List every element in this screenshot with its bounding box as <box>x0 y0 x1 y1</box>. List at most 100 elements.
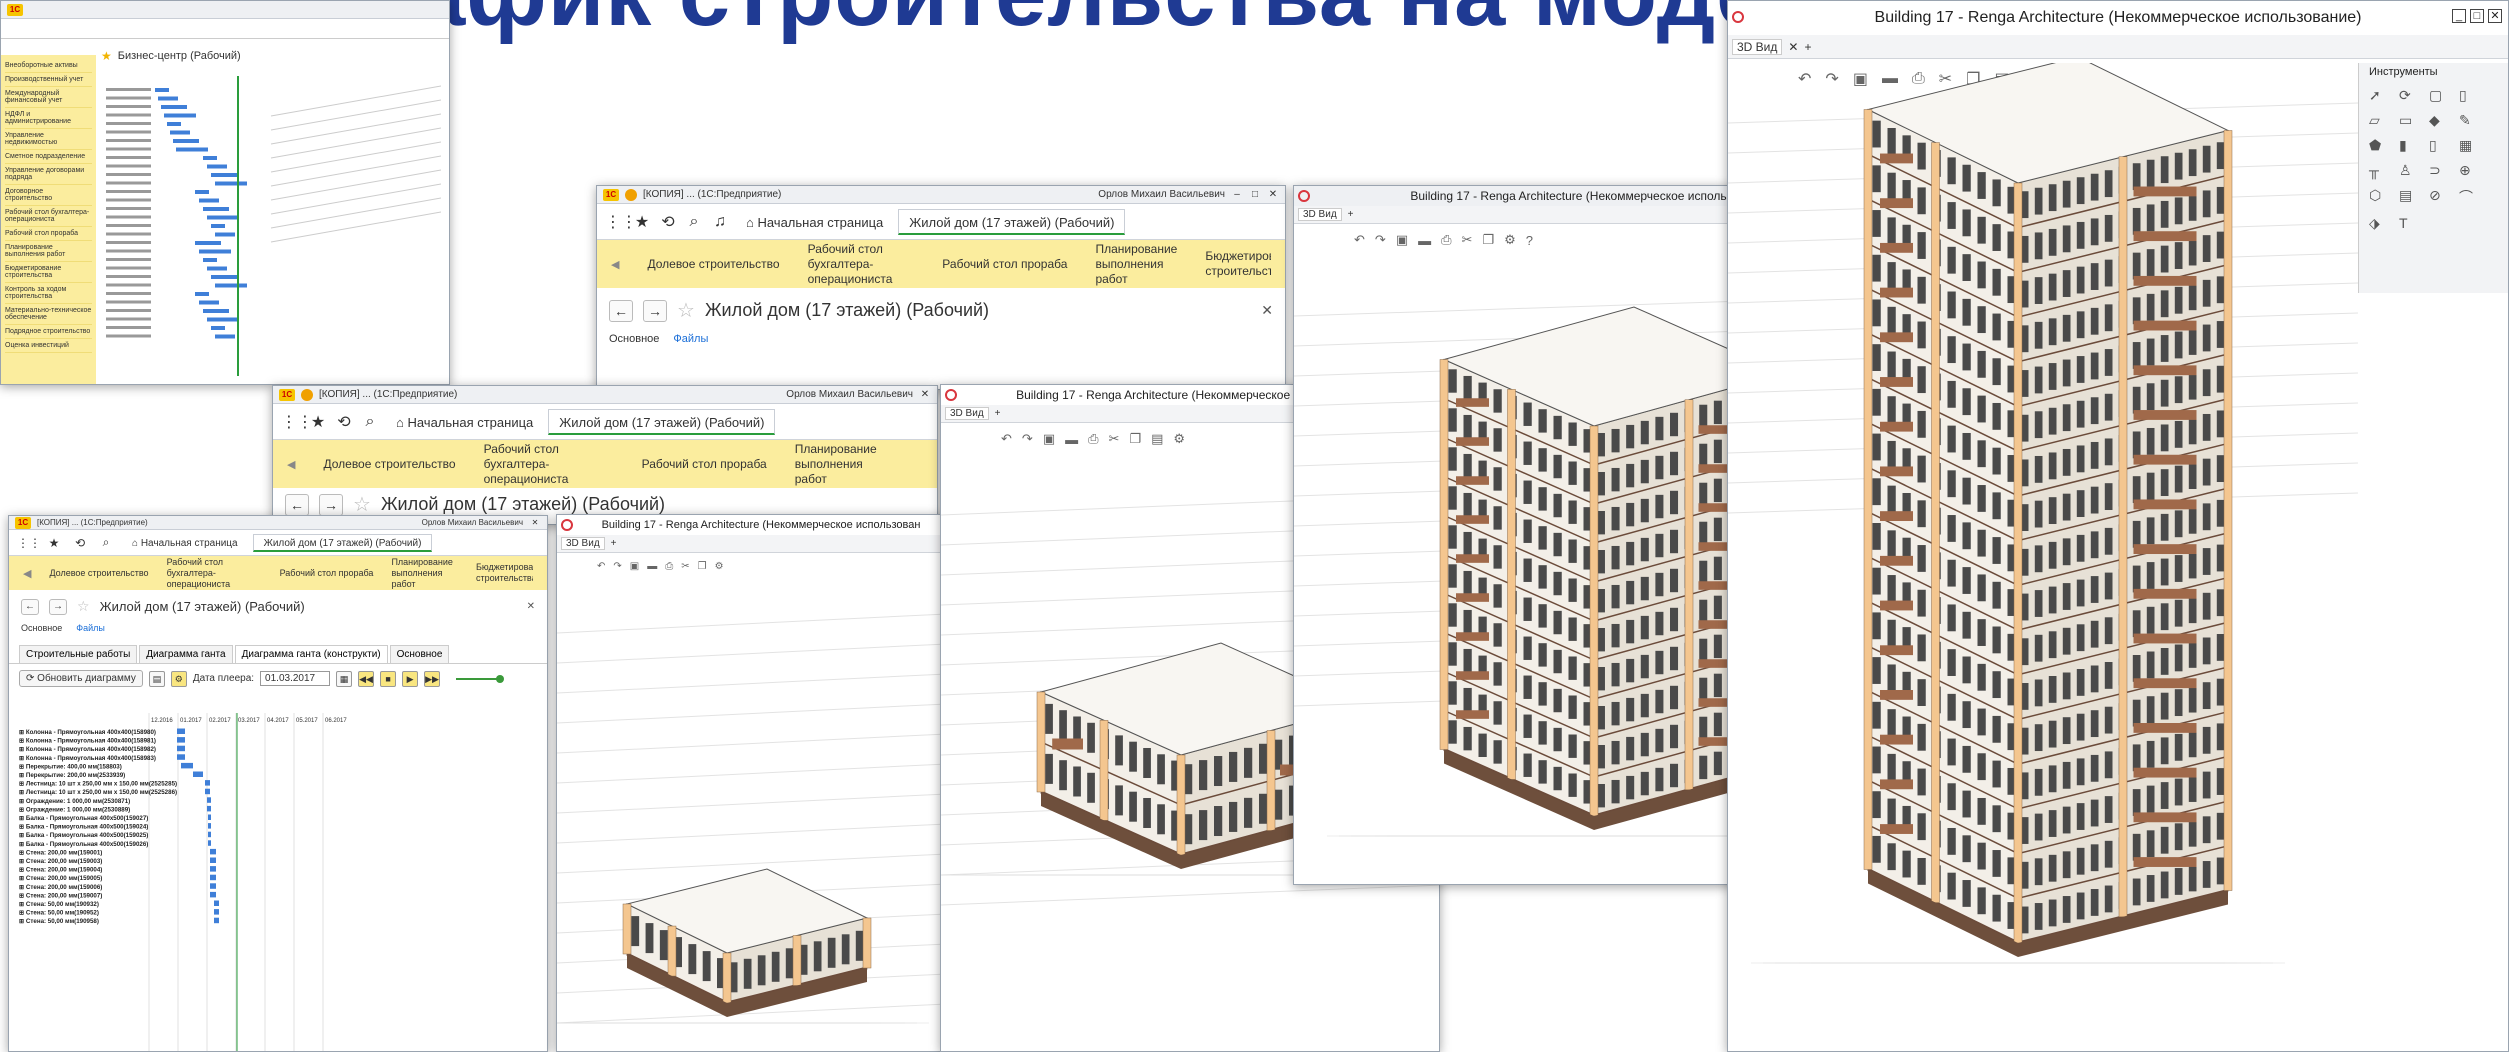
minimize-icon[interactable]: _ <box>2452 9 2466 23</box>
menu-item[interactable]: Управление недвижимостью <box>5 129 92 150</box>
menu-item[interactable]: Внеоборотные активы <box>5 59 92 73</box>
paste-icon[interactable]: ▤ <box>1151 431 1163 447</box>
settings-icon[interactable]: ⚙ <box>1504 232 1516 248</box>
forward-button[interactable]: → <box>319 493 343 516</box>
close-icon[interactable]: ✕ <box>1267 189 1279 200</box>
section-link[interactable]: Рабочий стол прораба <box>280 568 374 579</box>
page-tab[interactable]: Строительные работы <box>19 645 138 663</box>
tab-3d-view[interactable]: 3D Вид <box>561 537 605 550</box>
column-icon[interactable]: ▯ <box>2459 87 2481 104</box>
menu-item[interactable]: Рабочий стол прораба <box>5 227 92 241</box>
subnav-main[interactable]: Основное <box>609 333 659 345</box>
user-name[interactable]: Орлов Михаил Васильевич <box>422 518 523 527</box>
save-icon[interactable]: ▬ <box>1065 432 1078 447</box>
star-icon[interactable]: ★ <box>307 412 329 432</box>
stair-icon[interactable]: ♙ <box>2399 162 2421 179</box>
refresh-diagram-button[interactable]: ⟳ Обновить диаграмму <box>19 670 143 687</box>
tab-3d-view[interactable]: 3D Вид <box>945 407 989 420</box>
door-icon[interactable]: ▮ <box>2399 137 2421 154</box>
railing-icon[interactable]: ╥ <box>2369 162 2391 179</box>
menu-item[interactable]: Управление договорами подряда <box>5 164 92 185</box>
date-input[interactable]: 01.03.2017 <box>260 671 331 686</box>
main-menu-icon[interactable] <box>625 188 637 201</box>
maximize-icon[interactable]: □ <box>1249 189 1261 200</box>
section-link[interactable]: Рабочий стол прораба <box>942 257 1067 272</box>
misc-icon[interactable]: ⊕ <box>2459 162 2481 179</box>
print-icon[interactable]: ⎙ <box>1441 232 1451 248</box>
section-link[interactable]: Рабочий стол прораба <box>642 457 767 472</box>
menu-item[interactable]: Планирование выполнения работ <box>5 241 92 262</box>
copy-icon[interactable]: ❐ <box>698 561 707 572</box>
bell-icon[interactable]: ♫ <box>709 213 731 231</box>
tab-3d-view[interactable]: 3D Вид <box>1298 208 1342 221</box>
calendar-icon[interactable]: ▦ <box>336 670 353 687</box>
search-icon[interactable]: ⌕ <box>95 535 117 550</box>
tab-document[interactable]: Жилой дом (17 этажей) (Рабочий) <box>898 208 1126 235</box>
speed-slider[interactable] <box>456 674 505 683</box>
section-link[interactable]: Рабочий стол бухгалтера-операциониста <box>484 442 614 487</box>
menu-item[interactable]: Международный финансовый учет <box>5 87 92 108</box>
user-name[interactable]: Орлов Михаил Васильевич <box>786 389 913 400</box>
print-icon[interactable]: ⎙ <box>1088 431 1098 447</box>
section-link[interactable]: Планирование выполнения работ <box>795 442 885 487</box>
cut-icon[interactable]: ✂ <box>1462 232 1473 248</box>
search-icon[interactable]: ⌕ <box>359 413 381 431</box>
close-form-icon[interactable]: ✕ <box>1261 302 1273 319</box>
menu-item[interactable]: Контроль за ходом строительства <box>5 283 92 304</box>
apps-grid-icon[interactable]: ⋮⋮ <box>281 412 313 432</box>
roof-icon[interactable]: ⬟ <box>2369 137 2391 154</box>
page-tab[interactable]: Основное <box>389 645 450 663</box>
back-button[interactable]: ← <box>609 299 633 322</box>
menu-item[interactable]: Материально-техническое обеспечение <box>5 304 92 325</box>
save-icon[interactable]: ▬ <box>1418 233 1431 248</box>
cut-icon[interactable]: ✂ <box>1109 431 1120 447</box>
scroll-left-icon[interactable]: ◀ <box>611 258 619 271</box>
section-link[interactable]: Рабочий стол бухгалтера-операциониста <box>167 557 262 590</box>
slab-icon[interactable]: ◆ <box>2429 112 2451 129</box>
pencil-icon[interactable]: ✎ <box>2459 112 2481 129</box>
grid-icon[interactable]: ▦ <box>2459 137 2481 154</box>
back-button[interactable]: ← <box>21 598 39 615</box>
star-icon[interactable]: ★ <box>101 49 112 63</box>
help-icon[interactable]: ? <box>1526 233 1533 248</box>
apps-grid-icon[interactable]: ⋮⋮ <box>17 536 41 550</box>
forward-button[interactable]: → <box>643 299 667 322</box>
text-icon[interactable]: T <box>2399 215 2421 232</box>
section-link[interactable]: Планирование выполнения работ <box>1095 242 1177 287</box>
subnav-main[interactable]: Основное <box>21 623 62 633</box>
main-menu-icon[interactable] <box>301 388 313 401</box>
section-link[interactable]: Рабочий стол бухгалтера-операциониста <box>808 242 915 287</box>
favorite-star-icon[interactable]: ☆ <box>77 598 90 615</box>
open-icon[interactable]: ▣ <box>1043 431 1055 447</box>
star-icon[interactable]: ★ <box>631 212 653 232</box>
stop-icon[interactable]: ■ <box>380 670 397 687</box>
copy-icon[interactable]: ❐ <box>1129 431 1141 447</box>
menu-item[interactable]: НДФЛ и администрирование <box>5 108 92 129</box>
section-link[interactable]: Бюджетирование строительства <box>1205 249 1271 279</box>
tab-document[interactable]: Жилой дом (17 этажей) (Рабочий) <box>252 533 433 552</box>
settings-icon[interactable]: ⚙ <box>170 670 187 687</box>
subnav-files[interactable]: Файлы <box>673 333 708 345</box>
save-icon[interactable]: ▬ <box>647 561 657 572</box>
open-icon[interactable]: ▣ <box>630 561 639 572</box>
menu-item[interactable]: Подрядное строительство <box>5 325 92 339</box>
favorite-star-icon[interactable]: ☆ <box>353 492 371 517</box>
rewind-icon[interactable]: ◀◀ <box>358 670 375 687</box>
pipe-icon[interactable]: ⊃ <box>2429 162 2451 179</box>
minimize-icon[interactable]: – <box>1231 189 1243 200</box>
slash-icon[interactable]: ⊘ <box>2429 187 2451 207</box>
menu-item[interactable]: Сметное подразделение <box>5 150 92 164</box>
add-tab-icon[interactable]: + <box>995 408 1001 419</box>
window-icon[interactable]: ▯ <box>2429 137 2451 154</box>
user-name[interactable]: Орлов Михаил Васильевич <box>1098 189 1225 200</box>
wall-icon[interactable]: ▱ <box>2369 112 2391 129</box>
section-link[interactable]: Планирование выполнения работ <box>391 557 458 590</box>
tab-document[interactable]: Жилой дом (17 этажей) (Рабочий) <box>548 408 776 435</box>
maximize-icon[interactable]: □ <box>2470 9 2484 23</box>
undo-icon[interactable]: ↶ <box>1001 431 1012 447</box>
section-link[interactable]: Долевое строительство <box>647 257 779 272</box>
undo-icon[interactable]: ↶ <box>597 561 605 572</box>
menu-item[interactable]: Оценка инвестиций <box>5 339 92 353</box>
arc-icon[interactable]: ⌒ <box>2459 187 2481 207</box>
copy-icon[interactable]: ❐ <box>1482 232 1494 248</box>
